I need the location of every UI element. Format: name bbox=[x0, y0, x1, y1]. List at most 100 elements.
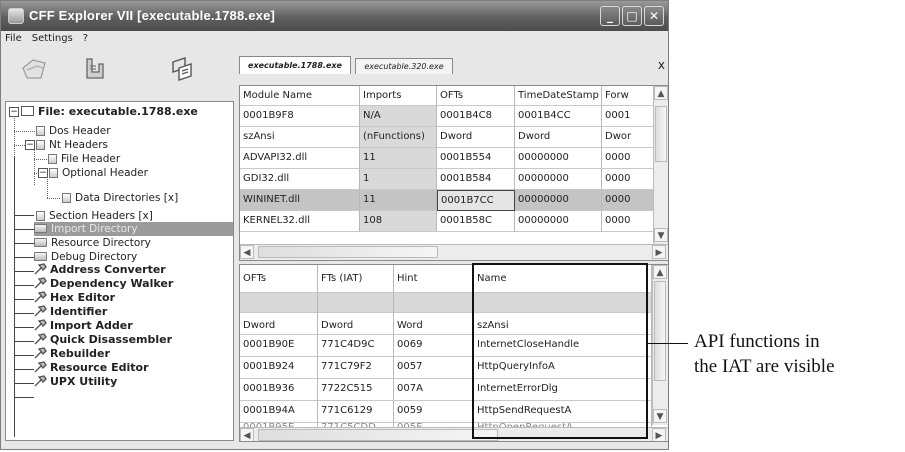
table-cell[interactable]: 0001B9F8 bbox=[240, 106, 360, 127]
col-timedatestamp[interactable]: TimeDateStamp bbox=[515, 86, 602, 106]
table-cell[interactable]: 0057 bbox=[394, 357, 474, 379]
close-button[interactable]: ✕ bbox=[644, 6, 664, 26]
scroll-down-arrow-icon[interactable]: ▼ bbox=[654, 228, 668, 242]
table-cell[interactable]: 0001B924 bbox=[240, 357, 318, 379]
table-cell[interactable]: 0069 bbox=[394, 335, 474, 357]
table-cell[interactable] bbox=[318, 293, 394, 313]
table-cell[interactable]: 0001B4C8 bbox=[437, 106, 515, 127]
tree-section-headers[interactable]: Section Headers [x] bbox=[36, 209, 153, 223]
table-cell-selected[interactable]: WININET.dll bbox=[240, 190, 360, 211]
table-cell[interactable]: 0000 bbox=[602, 211, 654, 232]
table-cell[interactable]: 1 bbox=[360, 169, 437, 190]
table-cell[interactable]: 11 bbox=[360, 148, 437, 169]
menu-settings[interactable]: Settings bbox=[32, 31, 73, 47]
tree-file-header[interactable]: File Header bbox=[48, 152, 120, 166]
table-cell[interactable]: Dword bbox=[515, 127, 602, 148]
scroll-thumb[interactable] bbox=[654, 281, 666, 381]
table-cell[interactable]: 0000 bbox=[602, 148, 654, 169]
tab-executable-320[interactable]: executable.320.exe bbox=[355, 58, 453, 74]
tree-resource-directory[interactable]: Resource Directory bbox=[34, 236, 151, 250]
scroll-thumb[interactable] bbox=[258, 246, 438, 258]
tool-address-converter[interactable]: Address Converter bbox=[34, 263, 166, 277]
table-cell[interactable] bbox=[240, 293, 318, 313]
table-cell-selected[interactable]: 11 bbox=[360, 190, 437, 211]
windows-icon[interactable] bbox=[167, 54, 197, 84]
tool-rebuilder[interactable]: Rebuilder bbox=[34, 347, 110, 361]
table-cell[interactable]: 0001B94A bbox=[240, 401, 318, 423]
table-cell[interactable]: ADVAPI32.dll bbox=[240, 148, 360, 169]
maximize-button[interactable]: □ bbox=[622, 6, 642, 26]
tool-quick-disassembler[interactable]: Quick Disassembler bbox=[34, 333, 172, 347]
save-icon[interactable] bbox=[79, 54, 109, 84]
tool-identifier[interactable]: Identifier bbox=[34, 305, 107, 319]
table-cell[interactable]: 0001B58C bbox=[437, 211, 515, 232]
scroll-up-arrow-icon[interactable]: ▲ bbox=[654, 86, 668, 100]
scroll-thumb[interactable] bbox=[655, 106, 667, 162]
vertical-scrollbar[interactable]: ▲ ▼ bbox=[653, 86, 668, 244]
vertical-scrollbar[interactable]: ▲ ▼ bbox=[652, 265, 668, 425]
tool-import-adder[interactable]: Import Adder bbox=[34, 319, 133, 333]
table-cell[interactable]: 0001B584 bbox=[437, 169, 515, 190]
table-cell[interactable]: 0001B936 bbox=[240, 379, 318, 401]
tree-dos-header[interactable]: Dos Header bbox=[36, 124, 111, 138]
scroll-thumb[interactable] bbox=[258, 429, 498, 441]
tree-root[interactable]: File: executable.1788.exe bbox=[21, 105, 198, 119]
scroll-right-arrow-icon[interactable]: ▶ bbox=[652, 245, 666, 259]
table-cell[interactable]: 108 bbox=[360, 211, 437, 232]
table-cell[interactable]: Dword bbox=[437, 127, 515, 148]
tool-hex-editor[interactable]: Hex Editor bbox=[34, 291, 115, 305]
table-cell[interactable] bbox=[394, 293, 474, 313]
table-cell[interactable]: 7722C515 bbox=[318, 379, 394, 401]
col-imports[interactable]: Imports bbox=[360, 86, 437, 106]
table-cell[interactable]: 0000 bbox=[602, 169, 654, 190]
table-cell[interactable]: 0001B90E bbox=[240, 335, 318, 357]
scroll-right-arrow-icon[interactable]: ▶ bbox=[652, 428, 666, 441]
table-cell[interactable]: (nFunctions) bbox=[360, 127, 437, 148]
table-cell[interactable]: Word bbox=[394, 313, 474, 335]
col-fts-iat[interactable]: FTs (IAT) bbox=[318, 265, 394, 293]
tool-upx-utility[interactable]: UPX Utility bbox=[34, 375, 117, 389]
tab-close-icon[interactable]: x bbox=[658, 58, 665, 72]
tree-import-directory[interactable]: Import Directory bbox=[34, 222, 233, 236]
col-hint[interactable]: Hint bbox=[394, 265, 474, 293]
col-ofts[interactable]: OFTs bbox=[240, 265, 318, 293]
tool-dependency-walker[interactable]: Dependency Walker bbox=[34, 277, 173, 291]
title-bar[interactable]: CFF Explorer VII [executable.1788.exe] _… bbox=[1, 1, 668, 31]
table-cell[interactable]: N/A bbox=[360, 106, 437, 127]
optional-header-toggle[interactable]: − bbox=[38, 168, 48, 178]
root-toggle[interactable]: − bbox=[9, 107, 19, 117]
scroll-down-arrow-icon[interactable]: ▼ bbox=[653, 409, 667, 423]
open-icon[interactable] bbox=[19, 54, 49, 84]
scroll-left-arrow-icon[interactable]: ◀ bbox=[240, 428, 254, 441]
table-cell[interactable]: 00000000 bbox=[515, 211, 602, 232]
table-cell-selected[interactable]: 00000000 bbox=[515, 190, 602, 211]
table-cell[interactable]: 0001B4CC bbox=[515, 106, 602, 127]
tree-data-directories[interactable]: Data Directories [x] bbox=[62, 191, 178, 205]
table-cell[interactable]: Dword bbox=[318, 313, 394, 335]
table-cell[interactable]: KERNEL32.dll bbox=[240, 211, 360, 232]
table-cell[interactable]: 0001 bbox=[602, 106, 654, 127]
table-cell[interactable]: szAnsi bbox=[240, 127, 360, 148]
menu-help[interactable]: ? bbox=[83, 31, 88, 47]
col-module-name[interactable]: Module Name bbox=[240, 86, 360, 106]
table-cell-focused[interactable]: 0001B7CC bbox=[437, 190, 515, 211]
minimize-button[interactable]: _ bbox=[600, 6, 620, 26]
table-cell[interactable]: 0001B554 bbox=[437, 148, 515, 169]
col-forwarder[interactable]: Forw bbox=[602, 86, 654, 106]
tree-optional-header[interactable]: Optional Header bbox=[49, 166, 148, 180]
col-ofts[interactable]: OFTs bbox=[437, 86, 515, 106]
scroll-up-arrow-icon[interactable]: ▲ bbox=[653, 265, 667, 279]
table-cell[interactable]: 771C4D9C bbox=[318, 335, 394, 357]
table-cell[interactable]: 007A bbox=[394, 379, 474, 401]
tree-nt-headers[interactable]: Nt Headers bbox=[36, 138, 108, 152]
menu-file[interactable]: File bbox=[5, 31, 22, 47]
table-cell[interactable]: Dword bbox=[240, 313, 318, 335]
horizontal-scrollbar[interactable]: ◀ ▶ bbox=[240, 244, 668, 260]
scroll-left-arrow-icon[interactable]: ◀ bbox=[240, 245, 254, 259]
table-cell[interactable]: Dwor bbox=[602, 127, 654, 148]
table-cell[interactable]: 00000000 bbox=[515, 148, 602, 169]
tree-debug-directory[interactable]: Debug Directory bbox=[34, 250, 137, 264]
table-cell[interactable]: 00000000 bbox=[515, 169, 602, 190]
tool-resource-editor[interactable]: Resource Editor bbox=[34, 361, 149, 375]
table-cell[interactable]: GDI32.dll bbox=[240, 169, 360, 190]
